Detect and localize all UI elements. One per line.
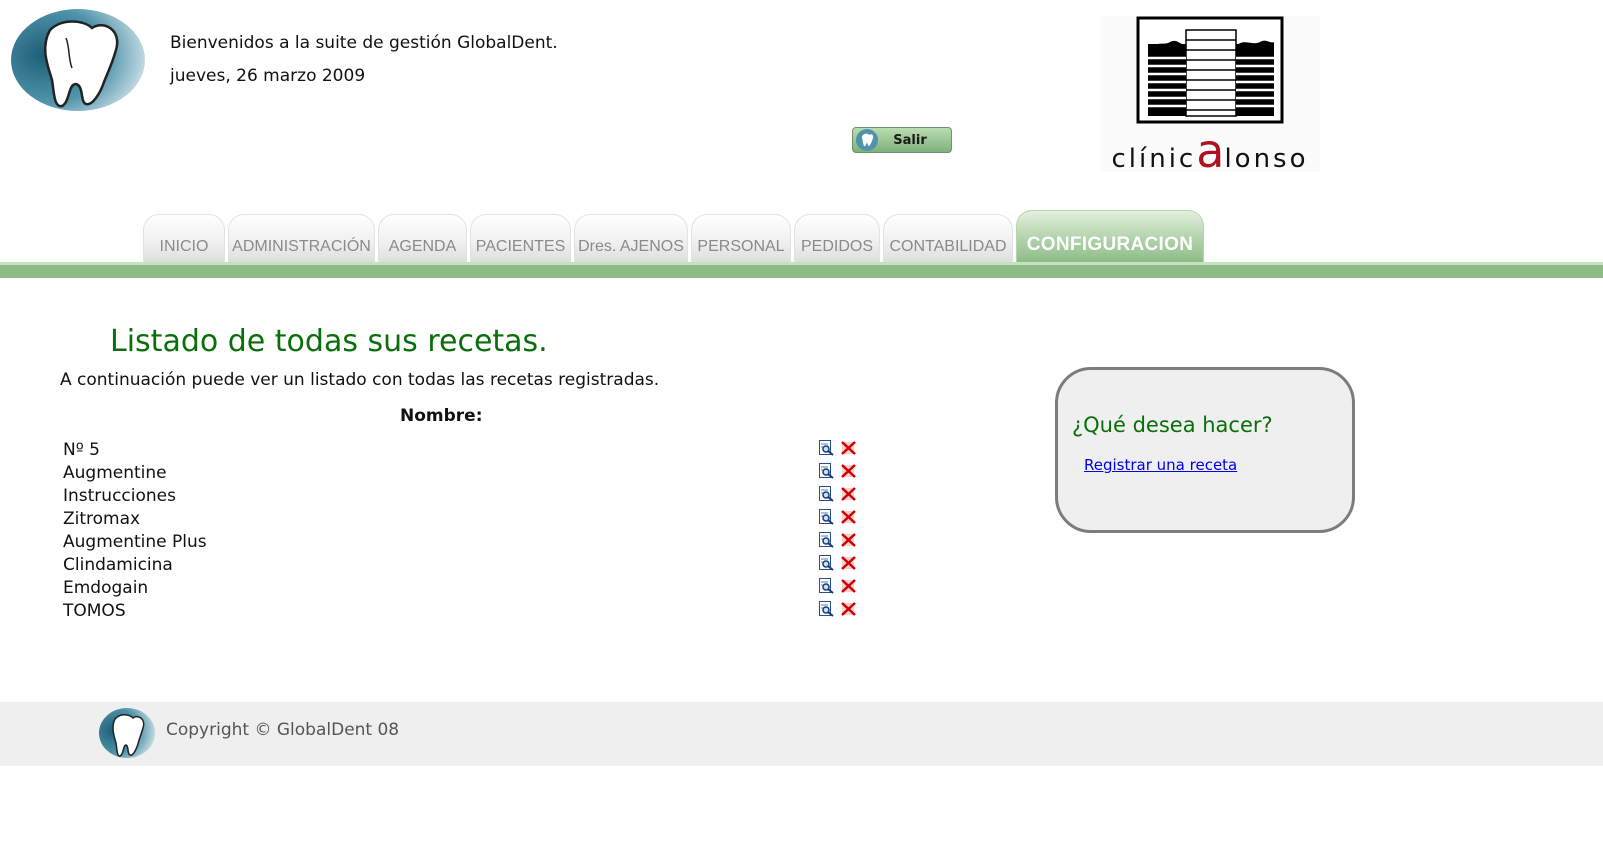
list-item: Clindamicina (63, 555, 863, 578)
tab-pedidos[interactable]: PEDIDOS (794, 214, 880, 262)
tooth-icon (856, 129, 878, 151)
tab-inicio[interactable]: INICIO (143, 214, 225, 262)
actions-box: ¿Qué desea hacer? Registrar una receta (1055, 367, 1355, 533)
globaldent-tooth-logo (11, 9, 145, 111)
view-icon[interactable] (819, 601, 834, 617)
footer: Copyright © GlobalDent 08 (0, 702, 1603, 766)
delete-icon[interactable] (841, 509, 856, 525)
recipe-name: Instrucciones (63, 486, 176, 506)
tab-dres-ajenos[interactable]: Dres. AJENOS (574, 214, 688, 262)
clinic-name-suffix: lonso (1224, 144, 1309, 174)
list-item: Emdogain (63, 578, 863, 601)
delete-icon[interactable] (841, 486, 856, 502)
clinic-name-highlight: a (1196, 124, 1225, 178)
actions-title: ¿Qué desea hacer? (1072, 413, 1273, 437)
view-icon[interactable] (819, 463, 834, 479)
list-item: Augmentine (63, 463, 863, 486)
tab-contabilidad[interactable]: CONTABILIDAD (883, 214, 1013, 262)
current-date: jueves, 26 marzo 2009 (170, 66, 366, 86)
page-title: Listado de todas sus recetas. (110, 324, 548, 359)
tab-personal[interactable]: PERSONAL (691, 214, 791, 262)
welcome-text: Bienvenidos a la suite de gestión Global… (170, 33, 558, 53)
list-item: Zitromax (63, 509, 863, 532)
nav-bar (0, 265, 1603, 278)
recipe-name: Augmentine (63, 463, 167, 483)
tab-agenda[interactable]: AGENDA (378, 214, 467, 262)
recipe-name: Emdogain (63, 578, 149, 598)
delete-icon[interactable] (841, 532, 856, 548)
clinic-name: clínicalonso (1100, 124, 1320, 178)
copyright-text: Copyright © GlobalDent 08 (166, 720, 400, 740)
delete-icon[interactable] (841, 555, 856, 571)
recipe-name: Zitromax (63, 509, 141, 529)
tab-administracion[interactable]: ADMINISTRACIÓN (228, 214, 375, 262)
intro-text: A continuación puede ver un listado con … (60, 370, 660, 390)
recipe-name: TOMOS (63, 601, 126, 621)
list-item: TOMOS (63, 601, 863, 624)
recipe-name: Clindamicina (63, 555, 173, 575)
view-icon[interactable] (819, 486, 834, 502)
register-recipe-link[interactable]: Registrar una receta (1084, 456, 1237, 474)
view-icon[interactable] (819, 440, 834, 456)
list-item: Instrucciones (63, 486, 863, 509)
logout-button[interactable]: Salir (852, 127, 952, 153)
recipe-name: Nº 5 (63, 440, 100, 460)
globaldent-tooth-logo-small (99, 708, 155, 758)
building-icon (1136, 16, 1284, 124)
delete-icon[interactable] (841, 463, 856, 479)
delete-icon[interactable] (841, 601, 856, 617)
delete-icon[interactable] (841, 578, 856, 594)
tab-pacientes[interactable]: PACIENTES (470, 214, 571, 262)
clinic-name-prefix: clínic (1111, 144, 1197, 174)
view-icon[interactable] (819, 578, 834, 594)
main-nav: INICIO ADMINISTRACIÓN AGENDA PACIENTES D… (0, 210, 1603, 278)
list-item: Augmentine Plus (63, 532, 863, 555)
list-item: Nº 5 (63, 440, 863, 463)
view-icon[interactable] (819, 532, 834, 548)
tab-configuracion[interactable]: CONFIGURACION (1016, 210, 1204, 262)
view-icon[interactable] (819, 555, 834, 571)
recipe-name: Augmentine Plus (63, 532, 207, 552)
delete-icon[interactable] (841, 440, 856, 456)
logout-label: Salir (893, 132, 927, 148)
column-header-name: Nombre: (400, 406, 483, 426)
view-icon[interactable] (819, 509, 834, 525)
